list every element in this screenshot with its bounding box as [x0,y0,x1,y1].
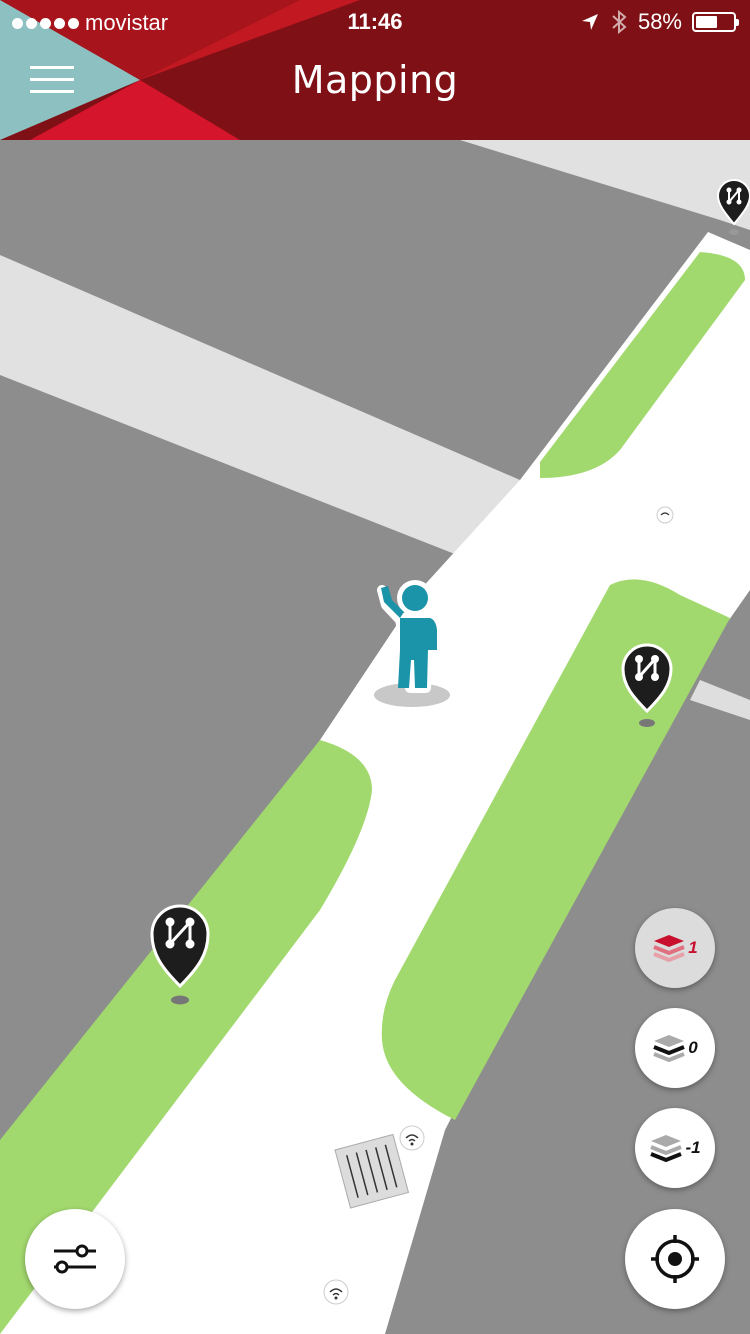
floor-label: 1 [688,938,698,957]
map-view[interactable]: 1 0 -1 [0,140,750,1334]
floor-0-button[interactable]: 0 [635,1008,715,1088]
layers-icon [653,1035,686,1063]
battery-level [696,16,717,28]
status-right: 58% [580,9,739,35]
bluetooth-icon [612,9,627,35]
wifi-beacon-icon [399,1125,425,1151]
floor-label: 0 [688,1038,698,1057]
floor-1-button[interactable]: 1 [635,908,715,988]
wifi-beacon-icon [656,506,674,524]
wifi-beacon-icon [323,1279,349,1305]
battery-icon [692,12,739,32]
app-header: movistar 11:46 58% Mapping [0,0,750,140]
battery-percentage: 58% [637,9,682,34]
page-title: Mapping [291,58,459,102]
sliders-icon [54,1244,96,1274]
layers-icon [650,1135,683,1163]
filter-button[interactable] [25,1209,125,1309]
status-bar: movistar 11:46 58% [0,6,750,36]
layers-icon [653,935,686,963]
target-icon [651,1235,699,1283]
location-arrow-icon [581,14,598,30]
floor-minus-1-button[interactable]: -1 [635,1108,715,1188]
floor-label: -1 [685,1138,701,1157]
locate-me-button[interactable] [625,1209,725,1309]
